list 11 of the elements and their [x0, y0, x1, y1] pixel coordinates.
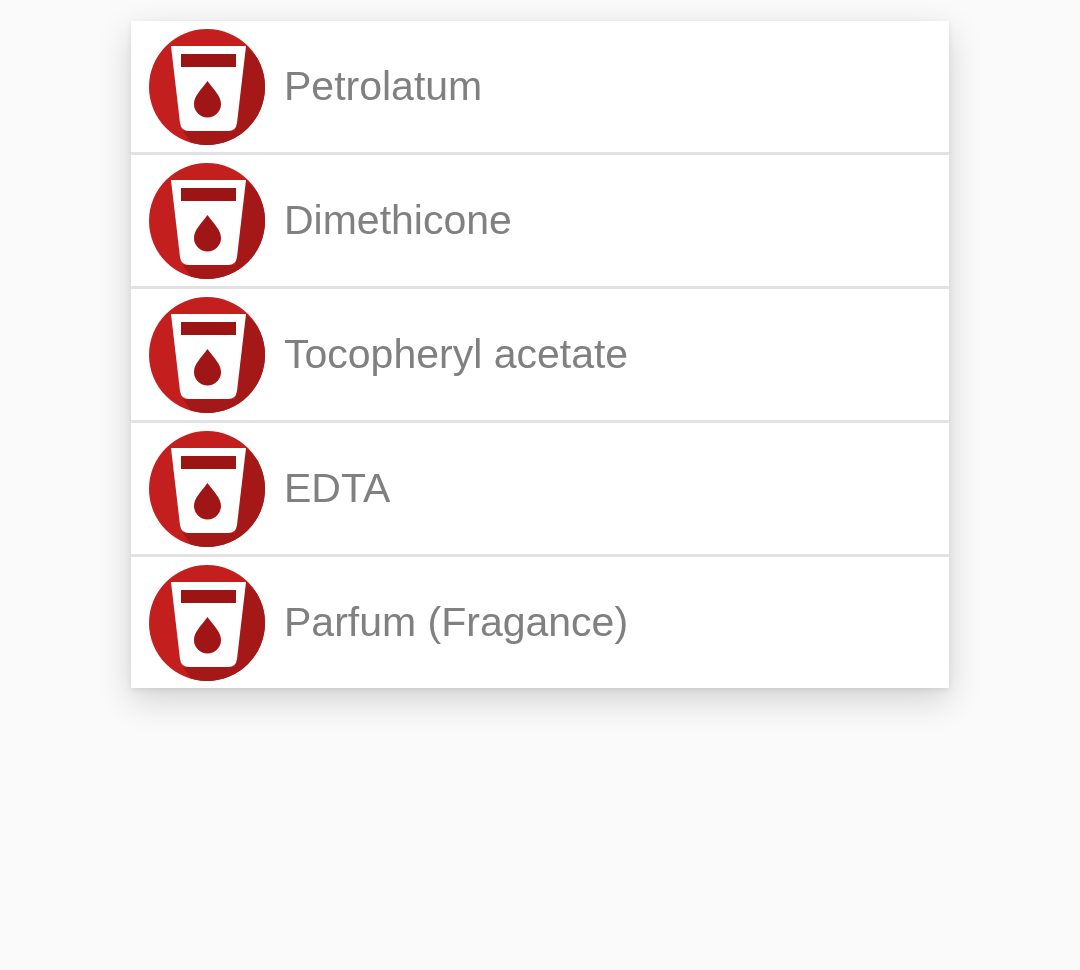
ingredient-row[interactable]: Petrolatum: [131, 21, 949, 152]
ingredient-name: EDTA: [284, 463, 391, 513]
cup-drop-icon: [149, 564, 265, 681]
ingredient-name: Parfum (Fragance): [284, 597, 629, 647]
ingredient-name: Dimethicone: [284, 195, 512, 245]
ingredient-row[interactable]: EDTA: [131, 423, 949, 554]
ingredient-row[interactable]: Parfum (Fragance): [131, 557, 949, 688]
ingredient-name: Petrolatum: [284, 61, 483, 111]
ingredient-row[interactable]: Dimethicone: [131, 155, 949, 286]
ingredient-row[interactable]: Tocopheryl acetate: [131, 289, 949, 420]
ingredient-name: Tocopheryl acetate: [284, 329, 629, 379]
